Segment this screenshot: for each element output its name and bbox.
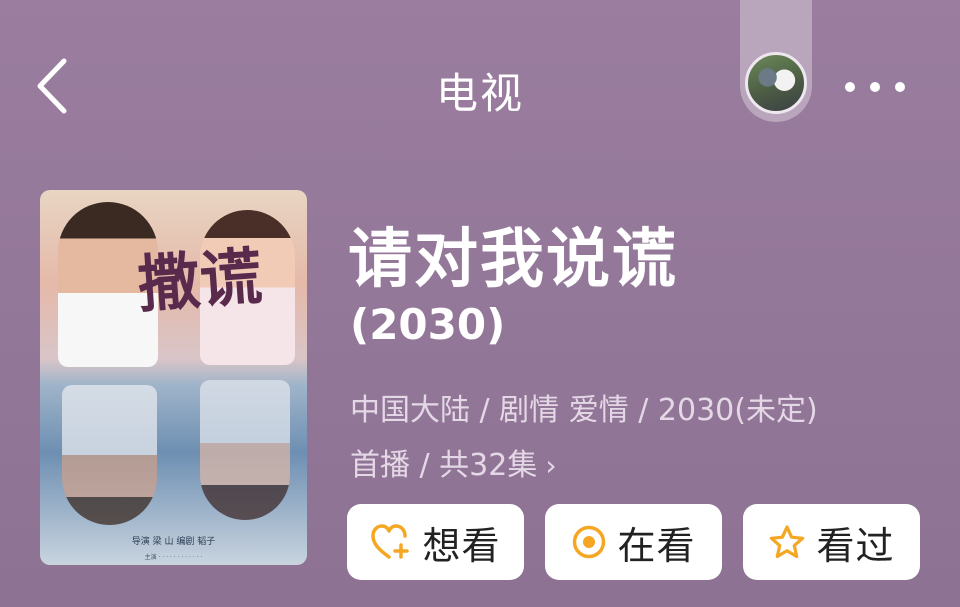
poster-reflection-woman xyxy=(200,380,290,520)
target-circle-icon xyxy=(573,525,606,559)
show-title: 请对我说谎 xyxy=(348,223,678,297)
page-title: 电视 xyxy=(435,69,524,118)
show-meta-details-link[interactable]: 首播 / 共32集 › xyxy=(350,440,557,484)
show-year: (2030) xyxy=(350,300,506,349)
poster-credits: 导演 梁 山 编剧 韬子 xyxy=(131,537,216,547)
more-button[interactable] xyxy=(845,72,905,102)
poster-cast: 主演 · · · · · · · · · · · · xyxy=(144,554,203,561)
want-to-watch-button[interactable]: 想看 xyxy=(347,504,524,580)
avatar-tab[interactable] xyxy=(740,0,812,122)
star-outline-icon xyxy=(770,525,805,559)
poster-calligraphy: 撒谎 xyxy=(135,239,265,322)
watching-button[interactable]: 在看 xyxy=(545,504,722,580)
avatar[interactable] xyxy=(745,52,807,114)
watching-label: 在看 xyxy=(617,523,696,568)
show-poster[interactable]: 撒谎 导演 梁 山 编剧 韬子 主演 · · · · · · · · · · ·… xyxy=(40,190,307,565)
more-dot xyxy=(870,82,880,92)
watched-label: 看过 xyxy=(816,523,895,568)
chevron-right-icon: › xyxy=(545,449,557,482)
watched-button[interactable]: 看过 xyxy=(743,504,920,580)
want-to-watch-label: 想看 xyxy=(422,523,501,568)
top-bar: 电视 xyxy=(0,0,960,175)
show-meta-info: 中国大陆 / 剧情 爱情 / 2030(未定) xyxy=(350,393,818,428)
show-meta-premiere: 首播 / 共32集 xyxy=(350,448,538,483)
more-horizontal-icon xyxy=(845,82,855,92)
poster-reflection-man xyxy=(62,385,157,525)
more-dot xyxy=(895,82,905,92)
heart-plus-icon xyxy=(371,524,410,559)
